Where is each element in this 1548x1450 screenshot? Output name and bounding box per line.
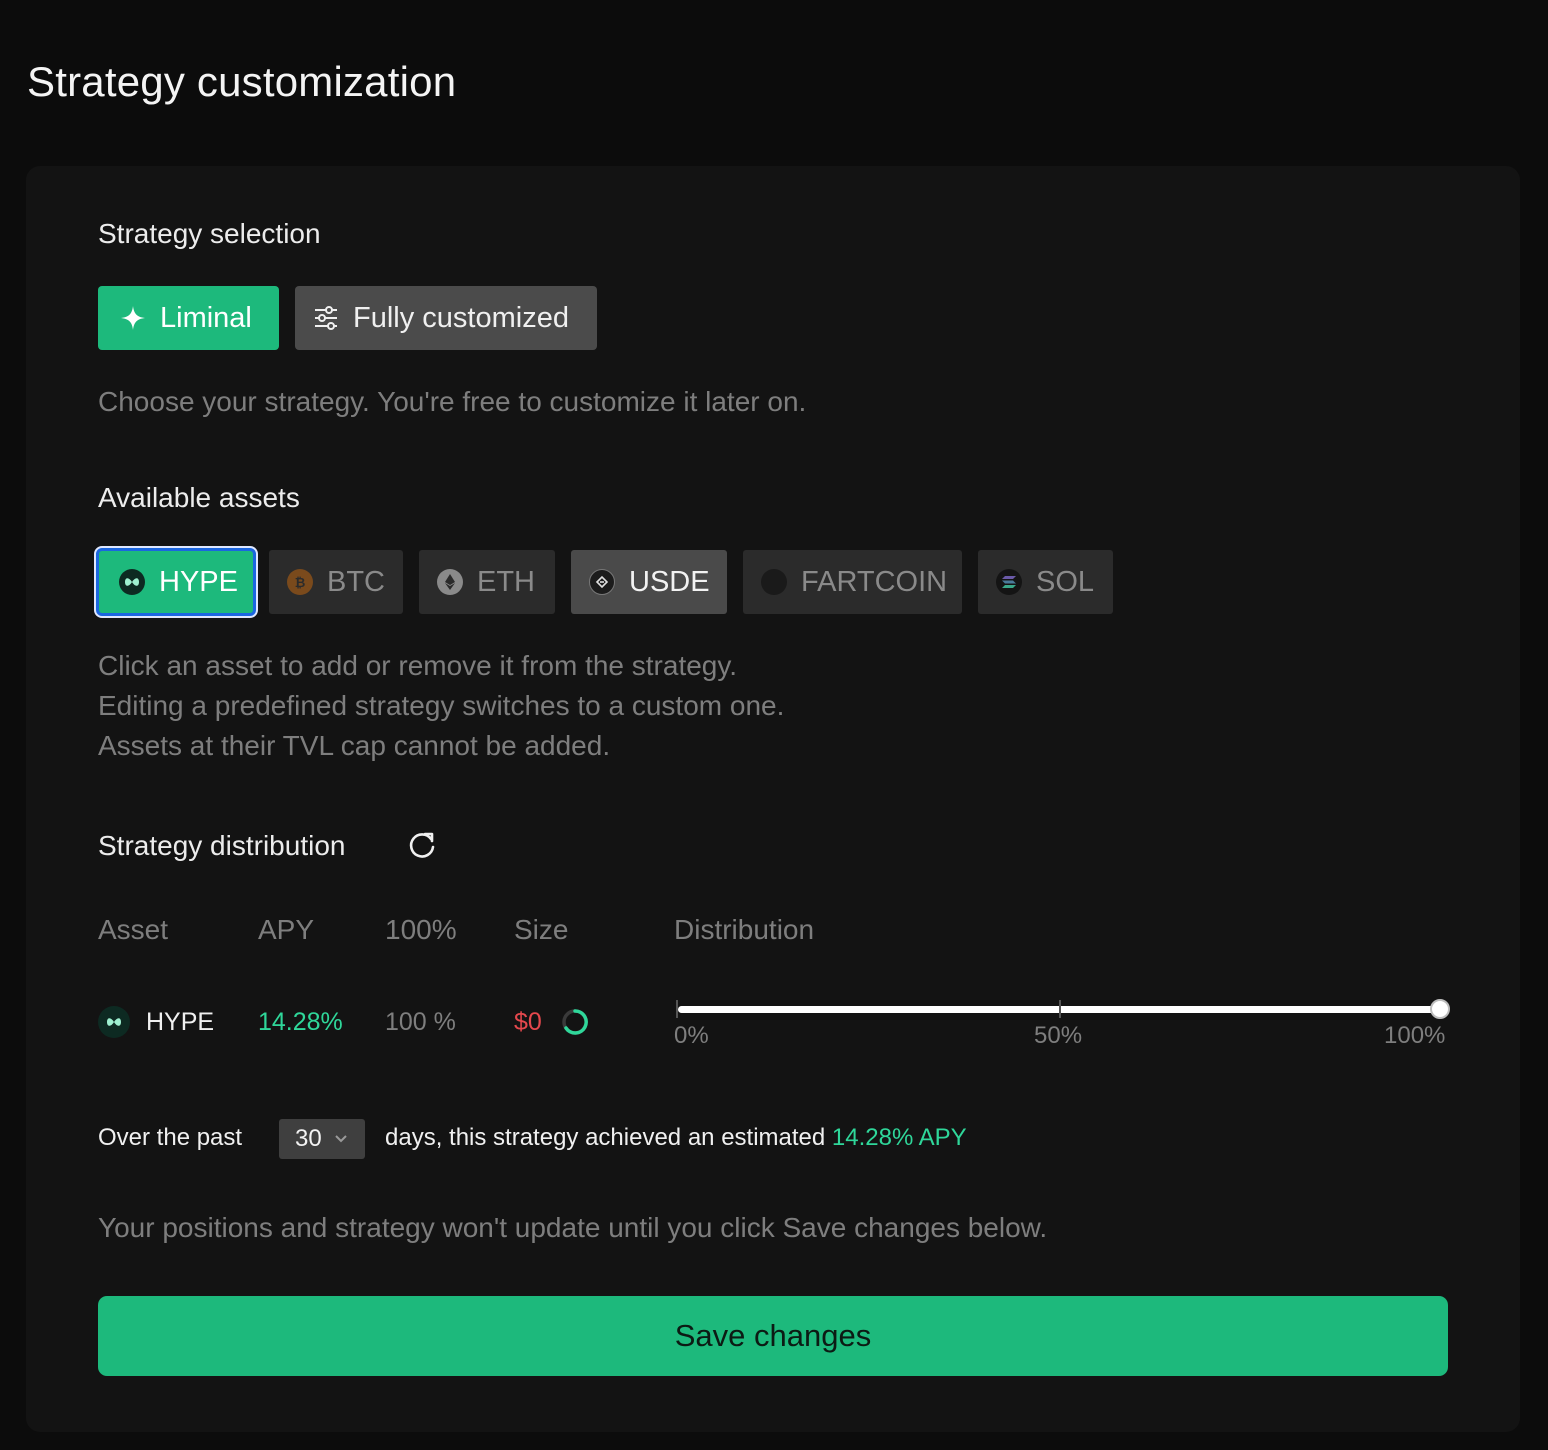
slider-label-100: 100% [1384, 1022, 1446, 1049]
save-changes-button[interactable]: Save changes [98, 1296, 1448, 1376]
liminal-strategy-button[interactable]: Liminal [98, 286, 279, 350]
sliders-icon [315, 306, 337, 330]
column-header-distribution: Distribution [674, 914, 815, 945]
days-select-value: 30 [295, 1125, 322, 1152]
asset-label-eth: ETH [477, 565, 535, 598]
slider-label-0: 0% [674, 1022, 709, 1049]
asset-label-fartcoin: FARTCOIN [801, 565, 948, 598]
summary-apy: 14.28% APY [831, 1124, 967, 1151]
strategy-panel: Strategy selection Liminal Fully customi… [26, 166, 1520, 1432]
fartcoin-icon [761, 569, 787, 595]
assets-help-line-3: Assets at their TVL cap cannot be added. [98, 730, 611, 761]
summary-middle: days, this strategy achieved an estimate… [385, 1124, 967, 1152]
asset-label-btc: BTC [327, 565, 385, 598]
fully-customized-button[interactable]: Fully customized [295, 286, 597, 350]
assets-help-line-2: Editing a predefined strategy switches t… [98, 690, 785, 721]
row-asset-name: HYPE [146, 1008, 215, 1036]
page-title: Strategy customization [27, 58, 457, 105]
column-header-percent: 100% [385, 914, 457, 945]
loading-spinner-icon [562, 1009, 588, 1035]
usde-icon [589, 569, 615, 595]
btc-icon: ₿ [287, 569, 313, 595]
available-assets-label: Available assets [98, 482, 300, 513]
row-apy: 14.28% [258, 1008, 343, 1036]
days-select[interactable]: 30 [279, 1119, 365, 1159]
slider-tick [1059, 1000, 1061, 1018]
summary-middle-text: days, this strategy achieved an estimate… [385, 1124, 826, 1151]
sparkle-icon [121, 306, 145, 330]
asset-chip-btc[interactable]: ₿ BTC [269, 550, 403, 614]
refresh-icon[interactable] [406, 830, 438, 862]
asset-chip-eth[interactable]: ETH [419, 550, 555, 614]
eth-icon [437, 569, 463, 595]
asset-chip-hype[interactable]: HYPE [96, 548, 256, 616]
strategy-selection-label: Strategy selection [98, 218, 321, 249]
asset-chip-usde[interactable]: USDE [571, 550, 727, 614]
row-size: $0 [514, 1008, 542, 1036]
column-header-size: Size [514, 914, 569, 945]
column-header-apy: APY [258, 914, 315, 945]
slider-label-50: 50% [1034, 1022, 1083, 1049]
hype-icon [119, 569, 145, 595]
chevron-down-icon [334, 1135, 347, 1143]
strategy-help-text: Choose your strategy. You're free to cus… [98, 386, 807, 417]
strategy-distribution-label: Strategy distribution [98, 830, 346, 861]
column-header-asset: Asset [98, 914, 169, 945]
fully-customized-label: Fully customized [353, 301, 569, 334]
slider-tick [676, 1000, 678, 1018]
distribution-slider-thumb[interactable] [1430, 999, 1450, 1019]
row-percent[interactable]: 100 % [385, 1008, 456, 1037]
asset-label-hype: HYPE [159, 565, 238, 598]
summary-prefix: Over the past [98, 1124, 243, 1151]
save-notice: Your positions and strategy won't update… [98, 1212, 1048, 1243]
sol-icon [996, 569, 1022, 595]
liminal-label: Liminal [160, 301, 252, 334]
asset-label-sol: SOL [1036, 565, 1095, 598]
assets-help-line-1: Click an asset to add or remove it from … [98, 650, 738, 681]
asset-chip-fartcoin[interactable]: FARTCOIN [743, 550, 962, 614]
asset-label-usde: USDE [629, 565, 710, 598]
hype-icon [98, 1006, 130, 1038]
asset-chip-sol[interactable]: SOL [978, 550, 1113, 614]
